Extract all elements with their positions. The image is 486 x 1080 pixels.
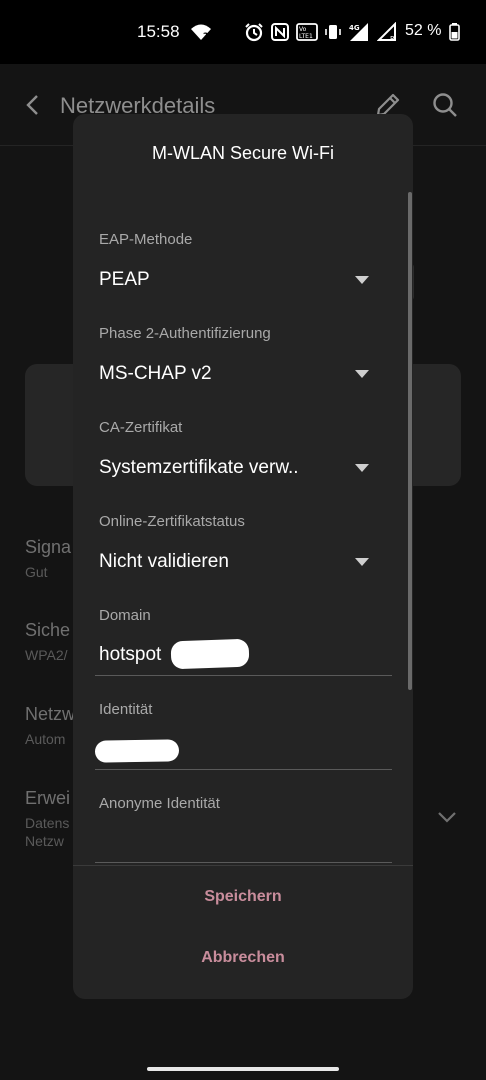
anonymous-identity-label: Anonyme Identität <box>99 795 220 812</box>
signal-r-icon: R <box>377 22 396 42</box>
domain-input[interactable]: hotspot <box>95 636 392 676</box>
domain-value: hotspot <box>99 644 162 665</box>
wifi-question-icon: ? <box>191 24 211 41</box>
phase2-auth-value: MS-CHAP v2 <box>99 363 212 384</box>
home-indicator[interactable] <box>147 1067 339 1071</box>
eap-method-value: PEAP <box>99 269 150 290</box>
cancel-button[interactable]: Abbrechen <box>73 949 413 967</box>
online-cert-status-dropdown[interactable]: Nicht validieren <box>95 544 385 584</box>
phase2-auth-dropdown[interactable]: MS-CHAP v2 <box>95 356 385 396</box>
save-button[interactable]: Speichern <box>73 888 413 906</box>
ca-cert-dropdown[interactable]: Systemzertifikate verw.. <box>95 450 385 490</box>
status-bar: 15:58 ? Vo LTE1 4G R 52 % <box>0 0 486 64</box>
signal-4g-icon: 4G <box>349 23 368 41</box>
dropdown-arrow-icon <box>355 464 369 472</box>
chevron-down-icon <box>438 812 456 823</box>
back-arrow-icon[interactable] <box>22 92 44 118</box>
dropdown-arrow-icon <box>355 370 369 378</box>
online-cert-status-value: Nicht validieren <box>99 551 229 572</box>
dropdown-arrow-icon <box>355 276 369 284</box>
identity-input[interactable] <box>94 730 392 770</box>
vibrate-icon <box>325 25 341 39</box>
search-icon[interactable] <box>431 91 459 119</box>
ca-cert-label: CA-Zertifikat <box>99 419 183 436</box>
volte-icon: Vo LTE1 <box>296 23 318 41</box>
anonymous-identity-input[interactable] <box>95 824 392 862</box>
svg-text:?: ? <box>203 32 208 41</box>
dialog-title: M-WLAN Secure Wi-Fi <box>151 143 334 163</box>
nfc-icon <box>271 23 289 41</box>
dialog-actions-divider <box>73 865 413 866</box>
eap-method-label: EAP-Methode <box>99 231 193 248</box>
svg-text:R: R <box>390 35 395 42</box>
online-cert-status-label: Online-Zertifikatstatus <box>99 513 245 530</box>
svg-text:4G: 4G <box>349 24 360 32</box>
eap-method-dropdown[interactable]: PEAP <box>95 262 385 302</box>
ca-cert-value: Systemzertifikate verw.. <box>99 457 299 478</box>
dropdown-arrow-icon <box>355 558 369 566</box>
domain-label: Domain <box>99 607 151 624</box>
svg-text:Vo: Vo <box>299 26 307 33</box>
identity-label: Identität <box>99 701 153 718</box>
status-icons: ? Vo LTE1 4G R <box>190 20 397 44</box>
alarm-icon <box>245 23 263 42</box>
redaction-mark <box>170 638 250 670</box>
battery-icon <box>449 23 460 41</box>
phase2-auth-label: Phase 2-Authentifizierung <box>99 325 271 342</box>
domain-underline <box>95 675 392 676</box>
anonymous-identity-underline <box>95 862 392 863</box>
identity-underline <box>95 769 392 770</box>
redaction-mark <box>94 739 180 763</box>
wifi-config-dialog: M-WLAN Secure Wi-Fi EAP-Methode PEAP Pha… <box>73 114 413 999</box>
status-time: 15:58 <box>137 22 180 41</box>
battery-percent: 52 % <box>405 22 442 39</box>
svg-text:LTE1: LTE1 <box>299 33 313 40</box>
scrollbar[interactable] <box>408 192 412 690</box>
